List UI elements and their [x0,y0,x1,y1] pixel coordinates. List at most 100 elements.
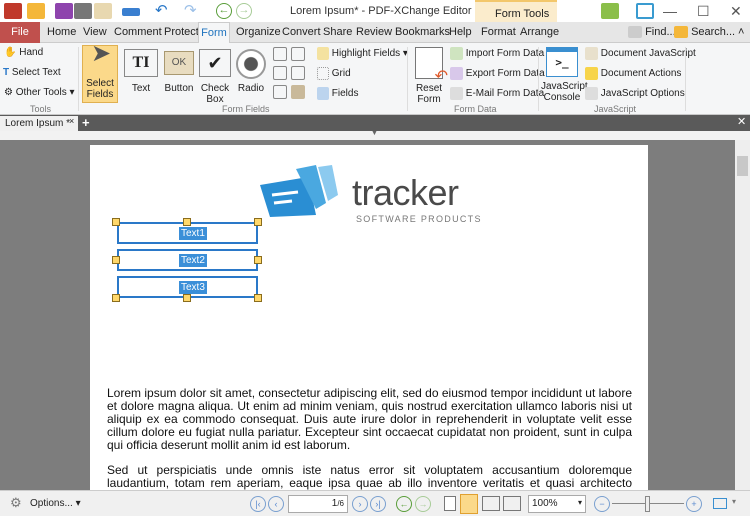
resize-handle[interactable] [112,218,120,226]
continuous-page-icon[interactable] [460,494,478,514]
document-actions-button[interactable]: Document Actions [585,67,681,80]
select-text-tool[interactable]: T Select Text [3,67,61,78]
highlight-fields-button[interactable]: Highlight Fields ▾ [317,47,408,60]
minimize-button[interactable]: — [663,3,677,19]
document-javascript-button[interactable]: Document JavaScript [585,47,696,60]
back-icon[interactable]: ← [216,3,232,19]
image-icon[interactable] [291,85,305,99]
javascript-options-button[interactable]: JavaScript Options [585,87,685,100]
email-form-data-button[interactable]: E-Mail Form Data [450,87,544,100]
search-button[interactable]: Search... [674,26,736,39]
save-icon[interactable] [55,3,73,19]
reset-form-button[interactable]: ↶ Reset Form [411,47,448,105]
zoom-select[interactable]: 100% ▾ [528,495,586,513]
search-label: Search... [691,26,736,38]
chevron-down-icon[interactable]: ▾ [732,497,736,506]
maximize-button[interactable]: ☐ [697,3,710,20]
select-fields-label: Select Fields [86,78,114,100]
tab-comment[interactable]: Comment [114,26,162,38]
javascript-console-button[interactable]: >_ JavaScript Console [541,47,588,103]
scroll-thumb[interactable] [737,156,748,176]
check-box-button[interactable]: ✔ Check Box [199,49,231,105]
next-page-button[interactable]: › [352,496,368,512]
zoom-out-button[interactable]: − [594,496,610,512]
date-icon[interactable] [291,66,305,80]
logo-tagline: SOFTWARE PRODUCTS [356,214,482,224]
vertical-scrollbar[interactable] [735,140,750,490]
tab-share[interactable]: Share [323,26,352,38]
next-view-button[interactable]: → [415,496,431,512]
tab-bookmarks[interactable]: Bookmarks [395,26,450,38]
expand-icon[interactable]: ▼ [371,130,378,137]
list-box-icon[interactable] [273,47,287,61]
ui-options-icon[interactable] [601,3,619,19]
tab-file[interactable]: File [0,22,40,43]
scan-icon[interactable] [122,8,140,16]
redo-icon[interactable]: ↷ [184,1,197,19]
last-page-button[interactable]: ›| [370,496,386,512]
options-button[interactable]: Options... ▾ [30,498,81,509]
resize-handle[interactable] [112,294,120,302]
options-label: Options... [30,498,73,509]
tab-help[interactable]: Help [449,26,472,38]
hand-tool[interactable]: ✋ Hand [4,47,43,58]
email-icon[interactable] [94,3,112,19]
hand-label: Hand [19,47,44,58]
combo-box-icon[interactable] [273,66,287,80]
zoom-slider-thumb[interactable] [645,496,650,512]
zoom-value: 100% [532,498,558,509]
previous-view-button[interactable]: ← [396,496,412,512]
print-icon[interactable] [74,3,92,19]
resize-handle[interactable] [254,218,262,226]
chevron-down-icon: ▾ [577,498,582,507]
resize-handle[interactable] [254,256,262,264]
collapse-ribbon-icon[interactable]: ˄ [738,26,744,38]
first-page-button[interactable]: |‹ [250,496,266,512]
open-icon[interactable] [27,3,45,19]
tab-arrange[interactable]: Arrange [520,26,559,38]
select-fields-button[interactable]: ➤ Select Fields [82,42,118,103]
page-number-input[interactable]: 1/6 [288,495,348,513]
new-tab-button[interactable]: + [82,115,90,130]
button-field-button[interactable]: OK Button [162,49,196,94]
tab-form[interactable]: Form [198,22,230,44]
previous-page-button[interactable]: ‹ [268,496,284,512]
close-tab-icon[interactable]: × [69,116,74,126]
undo-icon[interactable]: ↶ [155,1,168,19]
resize-handle[interactable] [254,294,262,302]
facing-pages-icon[interactable] [482,496,500,511]
search-icon [674,26,688,39]
grid-button[interactable]: Grid [317,67,351,80]
text-field-button[interactable]: TI Text [124,49,158,94]
single-page-icon[interactable] [444,496,456,511]
close-all-icon[interactable]: ✕ [737,115,746,128]
view-options-icon[interactable] [713,498,727,509]
text-field-2[interactable]: Text2 [117,249,258,271]
divider [685,47,686,111]
radio-button[interactable]: Radio [235,49,267,94]
tab-organize[interactable]: Organize [236,26,281,38]
resize-handle[interactable] [183,218,191,226]
signature-icon[interactable] [273,85,287,99]
document-tab[interactable]: Lorem Ipsum * × [0,116,78,131]
close-button[interactable]: ✕ [730,3,742,20]
fullscreen-icon[interactable] [636,3,654,19]
tab-home[interactable]: Home [47,26,76,38]
barcode-icon[interactable] [291,47,305,61]
fields-label: Fields [331,88,359,100]
tab-view[interactable]: View [83,26,107,38]
other-tools-button[interactable]: ⚙ Other Tools ▾ [4,87,75,98]
zoom-in-button[interactable]: + [686,496,702,512]
tab-format[interactable]: Format [481,26,516,38]
resize-handle[interactable] [183,294,191,302]
find-button[interactable]: Find... [628,26,676,39]
tab-convert[interactable]: Convert [282,26,321,38]
tab-protect[interactable]: Protect [164,26,199,38]
tab-review[interactable]: Review [356,26,392,38]
forward-icon[interactable]: → [236,3,252,19]
import-form-data-button[interactable]: Import Form Data [450,47,544,60]
continuous-facing-icon[interactable] [503,496,521,511]
resize-handle[interactable] [112,256,120,264]
fields-button[interactable]: Fields [317,87,358,100]
export-form-data-button[interactable]: Export Form Data [450,67,545,80]
